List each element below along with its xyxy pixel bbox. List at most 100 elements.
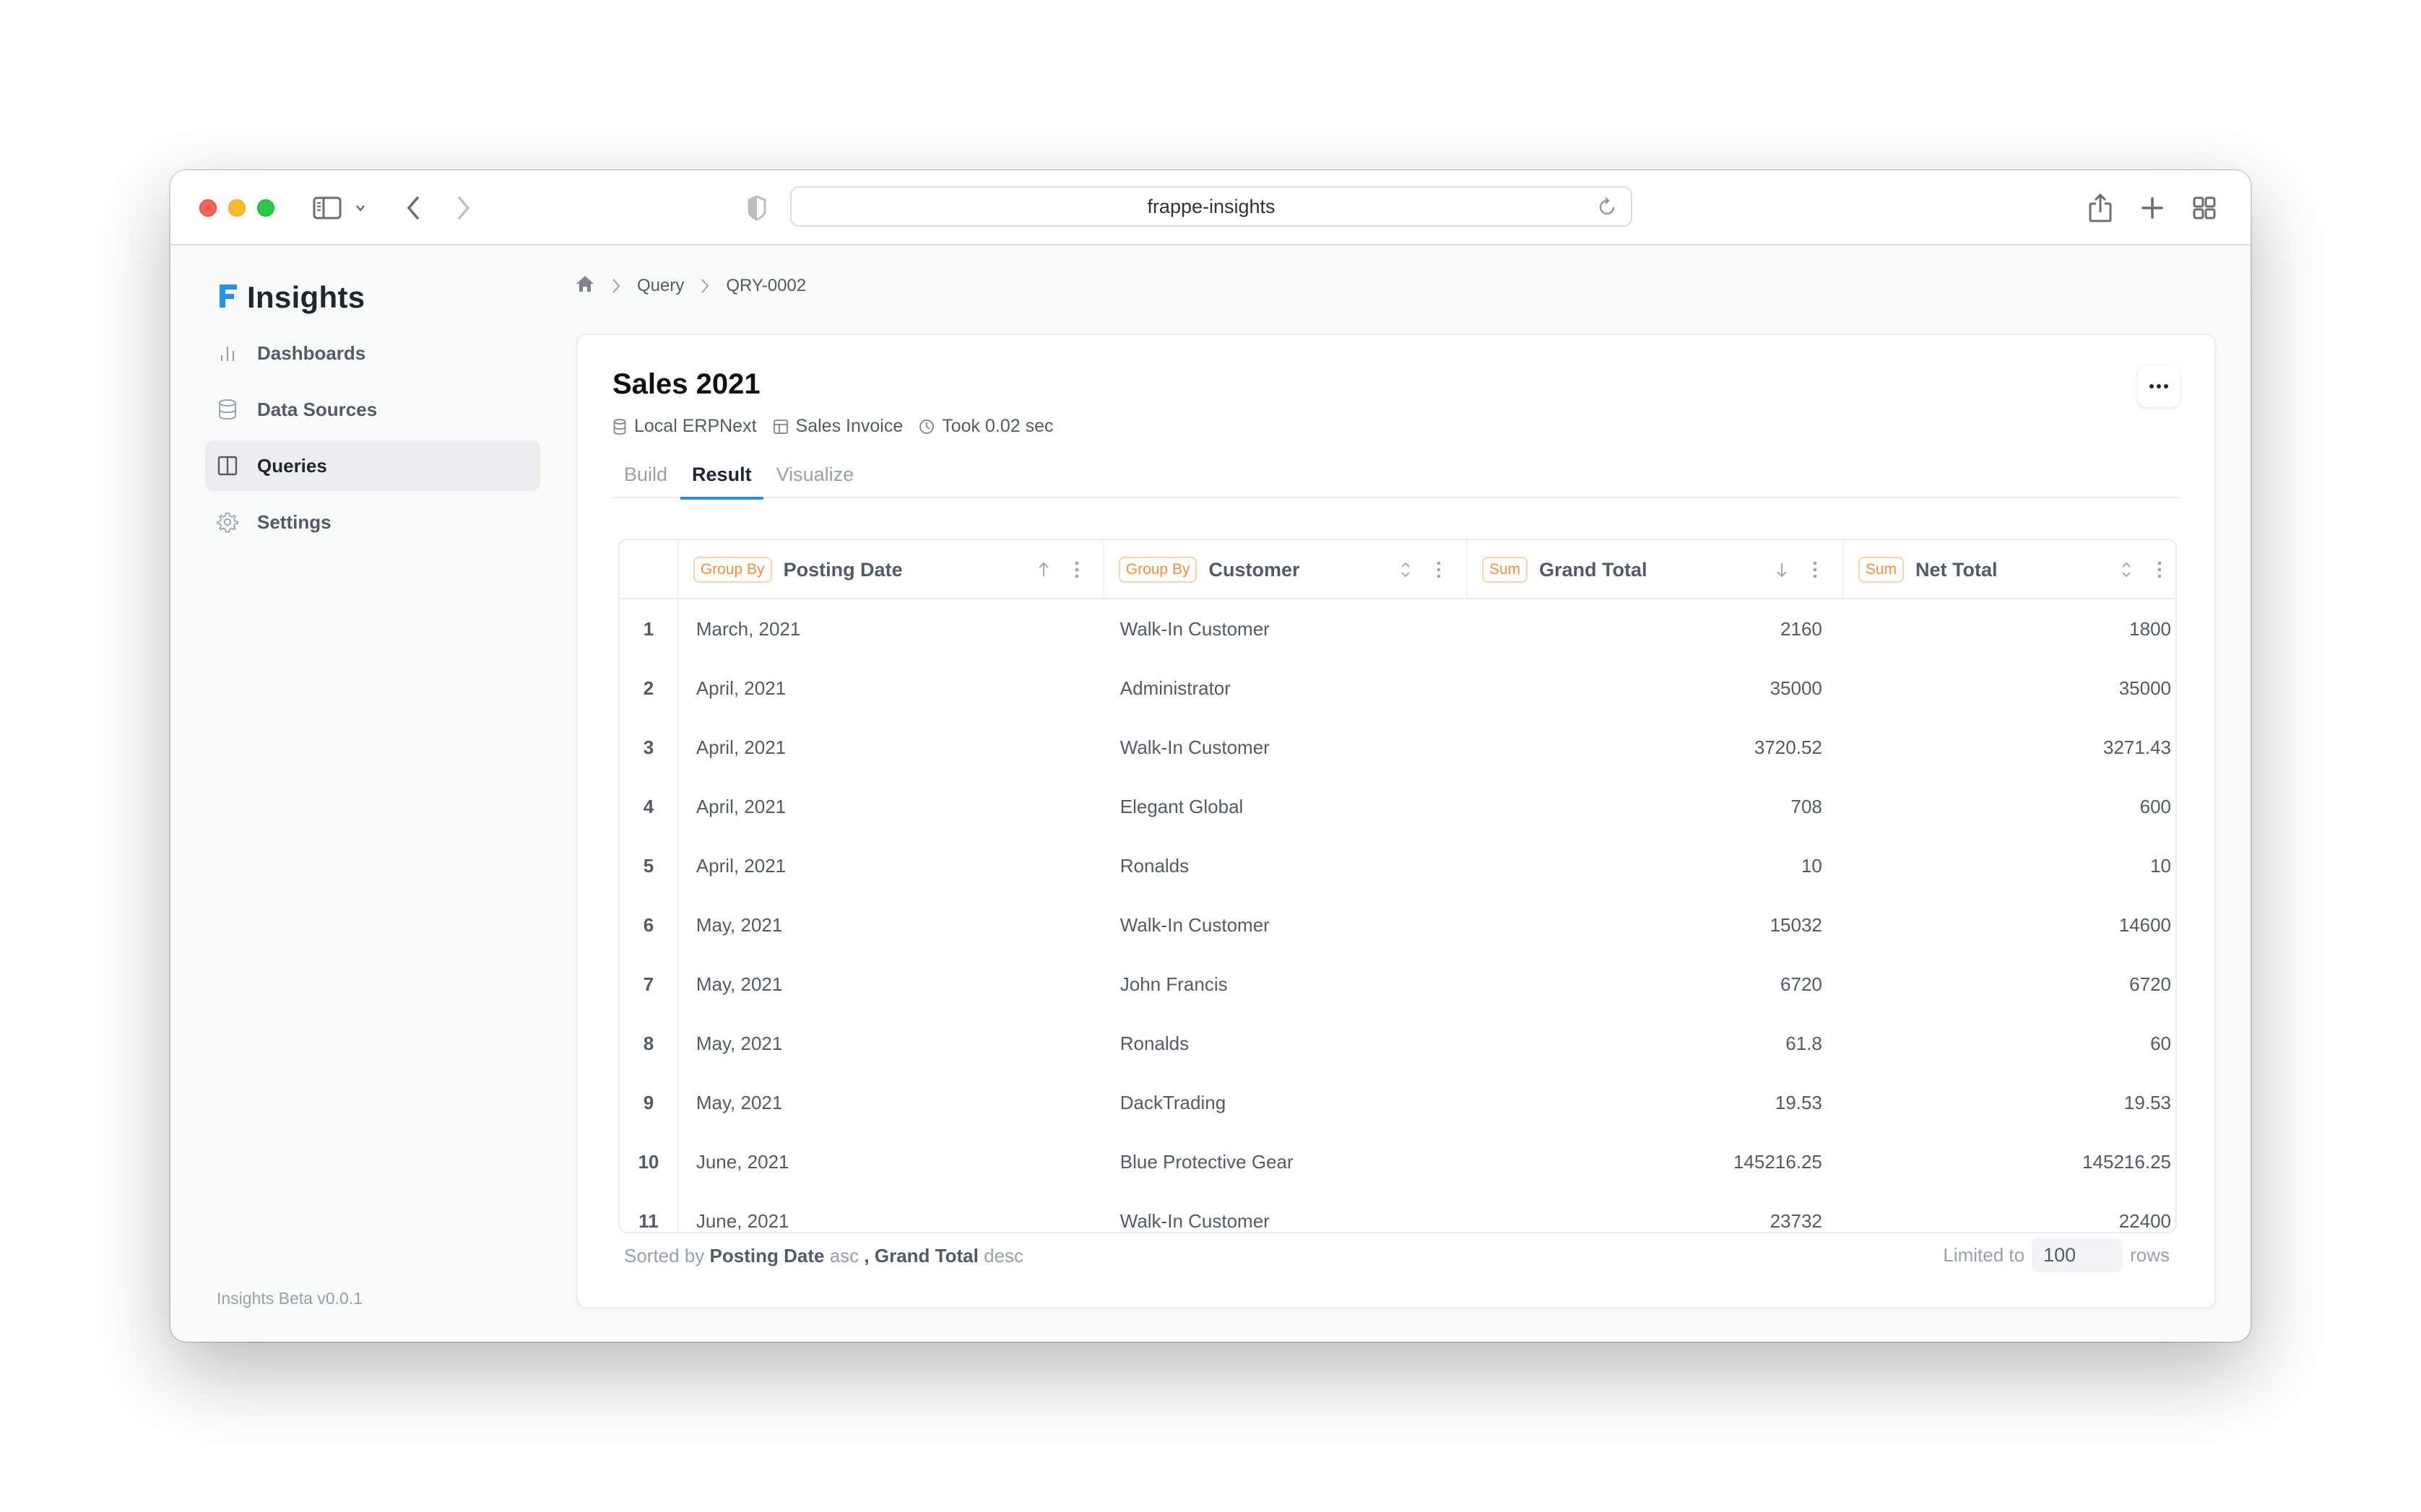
cell-posting-date: April, 2021 [696, 854, 787, 877]
home-icon[interactable] [575, 274, 595, 299]
cell-grand-total: 15032 [1770, 913, 1822, 936]
table-row[interactable]: 10 June, 2021 Blue Protective Gear 145216.2… [620, 1132, 2175, 1191]
cell-grand-total: 6720 [1780, 973, 1822, 995]
cell-customer: Walk-In Customer [1119, 913, 1270, 936]
table-row[interactable]: 11 June, 2021 Walk-In Customer 23732 22400 [620, 1191, 2175, 1232]
sidebar-item-settings[interactable]: Settings [205, 497, 540, 547]
sort-desc-icon[interactable] [1771, 559, 1793, 581]
column-menu-icon[interactable] [1432, 559, 1445, 581]
minimize-window-button[interactable] [228, 199, 246, 217]
row-index: 3 [620, 718, 679, 777]
columns-icon [217, 455, 238, 477]
sort-toggle-icon[interactable] [2115, 559, 2137, 581]
aggregation-badge[interactable]: Group By [1118, 557, 1197, 583]
sidebar-item-label: Settings [257, 510, 332, 533]
cell-posting-date: June, 2021 [696, 1150, 789, 1173]
row-index: 7 [620, 955, 679, 1014]
close-window-button[interactable] [199, 199, 217, 217]
forward-icon[interactable] [451, 188, 477, 228]
tab-visualize[interactable]: Visualize [765, 451, 866, 498]
row-limit: Limited to rows [1943, 1238, 2170, 1272]
gear-icon [217, 511, 238, 533]
brand[interactable]: Insights [220, 280, 365, 315]
cell-customer: Walk-In Customer [1119, 1209, 1270, 1232]
limit-input[interactable] [2032, 1238, 2123, 1272]
column-menu-icon[interactable] [2153, 559, 2166, 581]
browser-toolbar: frappe-insights [170, 170, 2251, 246]
app-version: Insights Beta v0.0.1 [217, 1289, 363, 1308]
breadcrumb: Query QRY-0002 [575, 271, 806, 300]
data-source-info: Local ERPNext [612, 416, 757, 437]
breadcrumb-query[interactable]: Query [637, 276, 684, 296]
cell-posting-date: May, 2021 [696, 1091, 783, 1113]
sidebar-item-dashboards[interactable]: Dashboards [205, 328, 540, 378]
table-row[interactable]: 6 May, 2021 Walk-In Customer 15032 14600 [620, 895, 2175, 955]
column-menu-icon[interactable] [1809, 559, 1822, 581]
aggregation-badge[interactable]: Sum [1858, 557, 1905, 583]
sidebar-toggle-icon[interactable] [311, 188, 344, 228]
table-row[interactable]: 3 April, 2021 Walk-In Customer 3720.52 3271.… [620, 718, 2175, 777]
cell-customer: Ronalds [1119, 854, 1190, 877]
result-table: Group By Posting Date Group By Customer [618, 539, 2177, 1233]
sidebar-item-label: Data Sources [257, 398, 378, 420]
reload-icon[interactable] [1598, 196, 1618, 223]
cell-posting-date: June, 2021 [696, 1209, 789, 1232]
cell-posting-date: May, 2021 [696, 1032, 783, 1054]
sort-summary: Sorted by Posting Date asc , Grand Total… [624, 1245, 1023, 1267]
sort-asc-icon[interactable] [1033, 559, 1054, 581]
back-icon[interactable] [400, 188, 426, 228]
row-index: 5 [620, 836, 679, 895]
limit-suffix: rows [2130, 1243, 2170, 1266]
tab-result[interactable]: Result [680, 451, 763, 500]
cell-grand-total: 35000 [1770, 677, 1822, 699]
table-row[interactable]: 7 May, 2021 John Francis 6720 6720 [620, 955, 2175, 1014]
row-index: 2 [620, 659, 679, 718]
cell-net-total: 145216.25 [2082, 1150, 2171, 1173]
tab-build[interactable]: Build [612, 451, 679, 498]
sort-toggle-icon[interactable] [1395, 559, 1416, 581]
row-index: 4 [620, 777, 679, 836]
query-card: Sales 2021 Local ERPNext Sales Invoice T… [576, 334, 2216, 1308]
address-bar[interactable]: frappe-insights [790, 186, 1632, 227]
database-icon [613, 418, 626, 435]
new-tab-icon[interactable] [2138, 188, 2167, 228]
table-row[interactable]: 8 May, 2021 Ronalds 61.8 60 [620, 1014, 2175, 1073]
page-title[interactable]: Sales 2021 [612, 368, 761, 401]
cell-net-total: 6720 [2129, 973, 2171, 995]
breadcrumb-query-id[interactable]: QRY-0002 [726, 276, 806, 296]
cell-grand-total: 2160 [1780, 617, 1822, 640]
url-text: frappe-insights [1147, 195, 1276, 217]
column-name: Posting Date [783, 558, 903, 581]
row-index-header [620, 540, 679, 599]
table-row[interactable]: 1 March, 2021 Walk-In Customer 2160 1800 [620, 599, 2175, 659]
cell-customer: Ronalds [1119, 1032, 1190, 1054]
table-icon [773, 419, 788, 434]
cell-grand-total: 145216.25 [1733, 1150, 1822, 1173]
cell-net-total: 60 [2150, 1032, 2171, 1054]
sort1-field: Posting Date [709, 1245, 825, 1266]
aggregation-badge[interactable]: Sum [1481, 557, 1528, 583]
cell-posting-date: May, 2021 [696, 913, 783, 936]
privacy-shield-icon[interactable] [744, 188, 770, 228]
sidebar-item-queries[interactable]: Queries [205, 440, 540, 491]
chevron-down-icon[interactable] [352, 188, 368, 228]
table-row[interactable]: 4 April, 2021 Elegant Global 708 600 [620, 777, 2175, 836]
cell-posting-date: May, 2021 [696, 973, 783, 995]
column-menu-icon[interactable] [1070, 559, 1083, 581]
table-row[interactable]: 5 April, 2021 Ronalds 10 10 [620, 836, 2175, 895]
aggregation-badge[interactable]: Group By [693, 557, 772, 583]
cell-customer: Blue Protective Gear [1119, 1150, 1294, 1173]
table-row[interactable]: 2 April, 2021 Administrator 35000 35000 [620, 659, 2175, 718]
brand-name: Insights [247, 280, 365, 314]
row-index: 11 [620, 1191, 679, 1232]
maximize-window-button[interactable] [257, 199, 274, 217]
row-index: 9 [620, 1073, 679, 1132]
sidebar-item-data-sources[interactable]: Data Sources [205, 384, 540, 435]
more-options-button[interactable] [2138, 365, 2180, 407]
tab-overview-icon[interactable] [2190, 188, 2219, 228]
cell-net-total: 600 [2139, 795, 2171, 817]
share-icon[interactable] [2086, 188, 2115, 228]
cell-posting-date: March, 2021 [696, 617, 801, 640]
cell-grand-total: 61.8 [1785, 1032, 1822, 1054]
table-row[interactable]: 9 May, 2021 DackTrading 19.53 19.53 [620, 1073, 2175, 1132]
